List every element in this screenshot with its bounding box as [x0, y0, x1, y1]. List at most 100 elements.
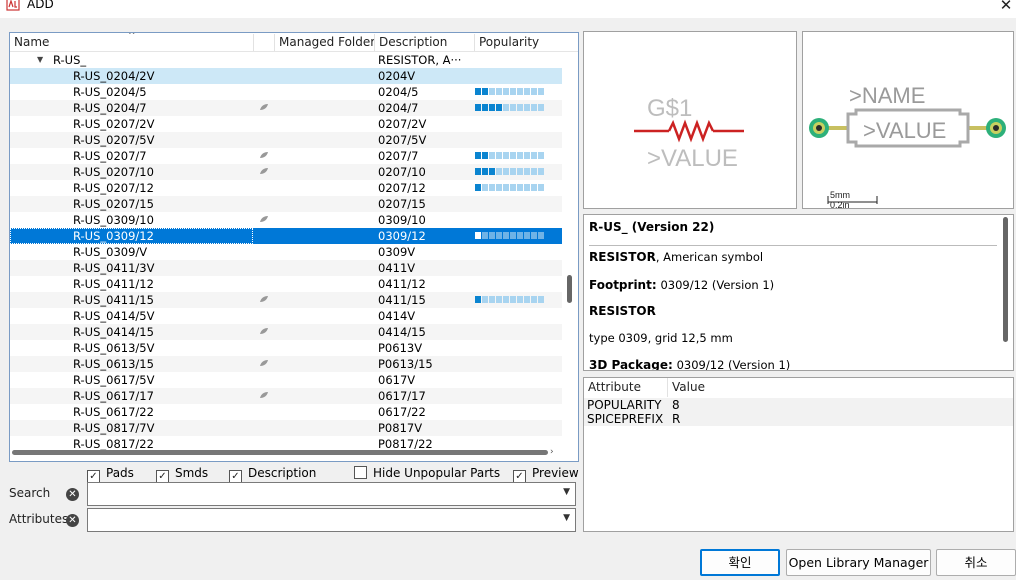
popularity-segment [517, 296, 523, 303]
attribute-table: Attribute ^ Value POPULARITY 8 SPICEPREF… [583, 377, 1014, 532]
tree-row[interactable]: R-US_0817/7V P0817V [10, 420, 562, 436]
footprint-value: 0309/12 (Version 1) [660, 278, 775, 292]
clear-search-icon[interactable]: ✕ [66, 488, 79, 501]
part-name: R-US_0204/5 [73, 85, 147, 99]
part-name: R-US_0411/3V [73, 261, 155, 275]
attributes-label: Attributes [9, 512, 69, 526]
footprint-line: Footprint: 0309/12 (Version 1) [589, 278, 774, 292]
column-description[interactable]: Description [375, 34, 475, 51]
description-checkbox[interactable]: ✓ Description [229, 466, 316, 483]
tree-row[interactable]: R-US_0617/22 0617/22 [10, 404, 562, 420]
attribute-row: POPULARITY 8 [584, 398, 1013, 412]
part-description: RESISTOR, American symbol [589, 250, 763, 264]
package-preview[interactable]: >NAME >VALUE 5mm 0.2in [802, 31, 1014, 210]
column-managed-folder[interactable]: Managed Folder [275, 34, 375, 51]
tree-row[interactable]: R-US_0207/15 0207/15 [10, 196, 562, 212]
expand-arrow-icon[interactable]: ▼ [37, 52, 43, 68]
popularity-segment [524, 88, 530, 95]
pads-label: Pads [106, 466, 134, 480]
tree-row[interactable]: R-US_0207/2V 0207/2V [10, 116, 562, 132]
tree-row[interactable]: R-US_0207/7 0207/7 [10, 148, 562, 164]
popularity-segment [496, 168, 502, 175]
cancel-button[interactable]: 취소 [936, 549, 1016, 576]
horizontal-scrollbar[interactable]: › [10, 446, 562, 458]
column-popularity[interactable]: Popularity [475, 34, 578, 51]
popularity-segment [531, 104, 537, 111]
tree-row[interactable]: R-US_0617/17 0617/17 [10, 388, 562, 404]
popularity-segment [510, 232, 516, 239]
tree-row[interactable]: R-US_0207/5V 0207/5V [10, 132, 562, 148]
smds-checkbox[interactable]: ✓ Smds [156, 466, 208, 483]
search-input[interactable]: ▼ [87, 482, 576, 506]
symbol-value-text: >VALUE [647, 145, 738, 172]
part-description: 0309/10 [378, 213, 426, 227]
scale-mm-text: 5mm [830, 190, 850, 200]
preview-label: Preview [532, 466, 579, 480]
popularity-segment [538, 168, 544, 175]
tree-row[interactable]: R-US_0411/3V 0411V [10, 260, 562, 276]
tree-row[interactable]: R-US_0309/10 0309/10 [10, 212, 562, 228]
popularity-segment [538, 232, 544, 239]
managed-folder-icon [260, 216, 268, 222]
close-icon[interactable]: ✕ [996, 0, 1016, 14]
part-description: 0207/5V [378, 133, 427, 147]
info-scrollbar[interactable] [1003, 217, 1008, 342]
window-title: ADD [27, 0, 54, 11]
popularity-segment [489, 88, 495, 95]
tree-row[interactable]: R-US_0613/15 P0613/15 [10, 356, 562, 372]
tree-row[interactable]: R-US_0411/12 0411/12 [10, 276, 562, 292]
tree-row[interactable]: R-US_0204/7 0204/7 [10, 100, 562, 116]
tree-group-row[interactable]: ▼ R-US_ RESISTOR, A··· [10, 52, 562, 68]
part-description: 0207/2V [378, 117, 427, 131]
hide-unpopular-checkbox[interactable]: Hide Unpopular Parts [354, 466, 500, 481]
popularity-bar [475, 184, 545, 192]
pads-checkbox[interactable]: ✓ Pads [87, 466, 134, 483]
open-library-manager-button[interactable]: Open Library Manager [786, 549, 931, 576]
tree-row[interactable]: R-US_0207/12 0207/12 [10, 180, 562, 196]
tree-row[interactable]: R-US_0204/2V 0204V [10, 68, 562, 84]
tree-row[interactable]: R-US_0204/5 0204/5 [10, 84, 562, 100]
tree-row[interactable]: R-US_0309/V 0309V [10, 244, 562, 260]
popularity-segment [510, 152, 516, 159]
search-label: Search [9, 486, 51, 500]
popularity-segment [489, 104, 495, 111]
popularity-bar [475, 104, 545, 112]
clear-attributes-icon[interactable]: ✕ [66, 514, 79, 527]
popularity-segment [475, 104, 481, 111]
popularity-segment [517, 104, 523, 111]
library-tree[interactable]: Name ^ Managed Folder Description Popula… [9, 32, 579, 462]
popularity-segment [531, 168, 537, 175]
ok-button[interactable]: 확인 [700, 549, 780, 576]
popularity-segment [517, 184, 523, 191]
popularity-bar [475, 88, 545, 96]
value-column-header[interactable]: Value [668, 378, 1013, 397]
popularity-segment [475, 168, 481, 175]
sort-ascending-icon: ^ [624, 377, 632, 384]
attribute-value: 8 [672, 398, 680, 412]
part-description: 0204/5 [378, 85, 419, 99]
tree-row[interactable]: R-US_0411/15 0411/15 [10, 292, 562, 308]
vertical-scrollbar[interactable] [564, 53, 576, 461]
scroll-thumb-horizontal[interactable] [12, 450, 548, 455]
part-name: R-US_0204/2V [73, 69, 155, 83]
dropdown-arrow-icon[interactable]: ▼ [563, 513, 570, 523]
symbol-preview[interactable]: G$1 >VALUE [583, 31, 797, 209]
tree-row-selected[interactable]: R-US_0309/12 0309/12 [10, 228, 562, 244]
part-description: 0617V [378, 373, 416, 387]
scroll-right-icon[interactable]: › [550, 447, 554, 457]
type-line: type 0309, grid 12,5 mm [589, 331, 733, 345]
tree-row[interactable]: R-US_0207/10 0207/10 [10, 164, 562, 180]
tree-row[interactable]: R-US_0414/5V 0414V [10, 308, 562, 324]
part-name: R-US_0817/7V [73, 421, 155, 435]
popularity-segment [503, 104, 509, 111]
tree-row[interactable]: R-US_0414/15 0414/15 [10, 324, 562, 340]
tree-row[interactable]: R-US_0613/5V P0613V [10, 340, 562, 356]
dropdown-arrow-icon[interactable]: ▼ [563, 487, 570, 497]
part-description: 0204/7 [378, 101, 419, 115]
preview-checkbox[interactable]: ✓ Preview [513, 466, 579, 483]
attributes-input[interactable]: ▼ [87, 508, 576, 532]
tree-row[interactable]: R-US_0617/5V 0617V [10, 372, 562, 388]
scroll-thumb[interactable] [567, 275, 572, 303]
attribute-name: SPICEPREFIX [587, 412, 664, 426]
popularity-segment [510, 184, 516, 191]
